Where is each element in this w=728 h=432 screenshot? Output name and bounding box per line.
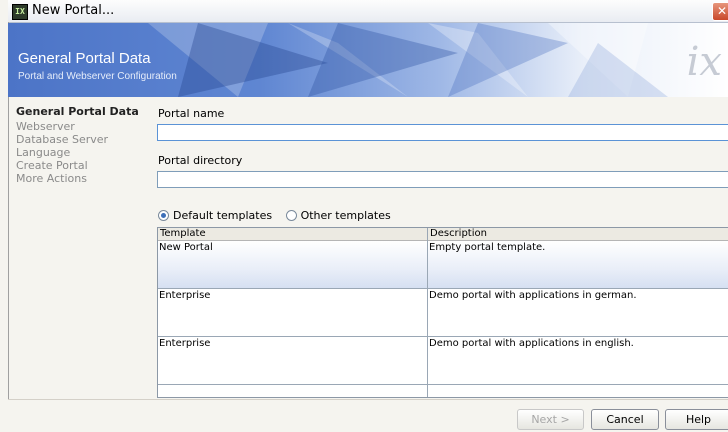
portal-name-input[interactable]	[157, 124, 728, 141]
step-webserver: Webserver	[16, 120, 75, 133]
new-portal-dialog: IX New Portal... ✕ General Portal Data P…	[0, 0, 728, 432]
template-source-radios: Default templates Other templates	[158, 209, 401, 224]
template-cell: Enterprise	[159, 290, 211, 301]
step-general-portal-data: General Portal Data	[16, 105, 139, 118]
cancel-button[interactable]: Cancel	[591, 409, 659, 430]
portal-directory-input[interactable]	[157, 171, 728, 188]
radio-unchecked-icon	[285, 210, 297, 221]
template-cell: New Portal	[159, 242, 213, 253]
templates-table[interactable]: Template Description New Portal Empty po…	[157, 227, 728, 398]
table-empty-row	[158, 385, 728, 397]
next-button[interactable]: Next >	[517, 409, 584, 430]
description-cell: Demo portal with applications in german.	[429, 290, 637, 301]
other-templates-label: Other templates	[300, 209, 391, 222]
step-database-server: Database Server	[16, 133, 109, 146]
step-language: Language	[16, 146, 71, 159]
table-row[interactable]: Enterprise Demo portal with applications…	[158, 337, 728, 385]
portal-directory-label: Portal directory	[158, 154, 243, 167]
radio-checked-icon	[158, 210, 169, 221]
ix-logo: ix	[686, 39, 722, 85]
title-bar[interactable]: IX New Portal... ✕	[8, 0, 728, 23]
close-icon: ✕	[716, 4, 728, 18]
description-cell: Empty portal template.	[429, 242, 546, 253]
description-cell: Demo portal with applications in english…	[429, 338, 634, 349]
close-button[interactable]: ✕	[712, 2, 728, 21]
column-header-description[interactable]: Description	[429, 228, 487, 240]
step-more-actions: More Actions	[16, 172, 87, 185]
banner-title: General Portal Data	[18, 50, 151, 67]
banner-subtitle: Portal and Webserver Configuration	[18, 71, 177, 82]
column-header-template[interactable]: Template	[159, 228, 206, 240]
portal-name-label: Portal name	[158, 107, 225, 120]
default-templates-radio[interactable]: Default templates	[158, 209, 272, 222]
default-templates-label: Default templates	[173, 209, 273, 222]
button-bar: Next > Cancel Help	[8, 399, 728, 432]
header-banner: General Portal Data Portal and Webserver…	[8, 23, 728, 97]
other-templates-radio[interactable]: Other templates	[285, 209, 391, 222]
help-button[interactable]: Help	[665, 409, 728, 430]
table-header: Template Description	[158, 228, 728, 241]
table-row[interactable]: Enterprise Demo portal with applications…	[158, 289, 728, 337]
step-create-portal: Create Portal	[16, 159, 88, 172]
wizard-steps: General Portal Data Webserver Database S…	[16, 105, 146, 185]
table-row[interactable]: New Portal Empty portal template.	[158, 241, 728, 289]
app-icon: IX	[12, 4, 28, 20]
column-divider[interactable]	[427, 228, 428, 397]
window-title: New Portal...	[32, 3, 115, 18]
template-cell: Enterprise	[159, 338, 211, 349]
